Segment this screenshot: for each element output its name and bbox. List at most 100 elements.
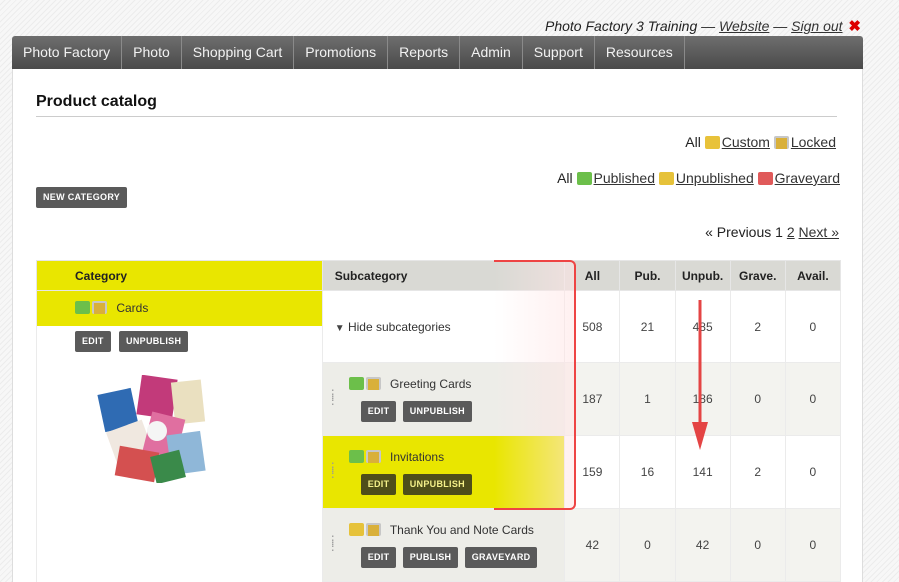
- cell-unpub: 186: [674, 362, 731, 436]
- hide-subcategories-link[interactable]: Hide subcategories: [348, 320, 451, 334]
- drag-handle-icon[interactable]: ⋮ ⋮: [327, 461, 339, 479]
- cell-avail: 0: [784, 508, 842, 582]
- edit-button[interactable]: EDIT: [360, 546, 397, 568]
- cell-pub: 1: [619, 362, 676, 436]
- category-cell: Cards EDIT UNPUBLISH: [36, 290, 323, 582]
- publish-button[interactable]: PUBLISH: [402, 546, 459, 568]
- published-flag-icon: [348, 376, 364, 390]
- published-flag-icon: [348, 449, 364, 463]
- lock-icon: [365, 376, 381, 390]
- cell-grave: 0: [729, 508, 786, 582]
- category-name[interactable]: Cards: [116, 301, 148, 315]
- cell-pub: 0: [619, 508, 676, 582]
- cell-all: 42: [564, 508, 621, 582]
- graveyard-flag-icon: [757, 172, 773, 185]
- cell-unpub: 42: [674, 508, 731, 582]
- total-unpub: 485: [674, 290, 731, 363]
- col-grave[interactable]: Grave.: [729, 260, 786, 291]
- close-icon[interactable]: ✖: [848, 18, 861, 35]
- site-name: Photo Factory 3 Training: [545, 18, 698, 34]
- status-filter: All Published Unpublished Graveyard: [557, 170, 840, 186]
- nav-photo[interactable]: Photo: [122, 36, 182, 69]
- lock-icon: [773, 136, 789, 149]
- filter-all[interactable]: All: [685, 134, 701, 150]
- triangle-down-icon[interactable]: ▼: [335, 323, 345, 334]
- col-subcategory[interactable]: Subcategory: [321, 260, 566, 291]
- subcategory-name[interactable]: Thank You and Note Cards: [390, 523, 534, 537]
- next-page-link[interactable]: Next »: [799, 224, 839, 240]
- category-name-row: Cards: [37, 291, 322, 326]
- filter-published[interactable]: Published: [594, 170, 656, 186]
- pagination: « Previous 1 2 Next »: [705, 224, 839, 240]
- toggle-subcategories-cell: ▼ Hide subcategories: [321, 290, 566, 363]
- col-all[interactable]: All: [564, 260, 621, 291]
- drag-handle-icon[interactable]: ⋮ ⋮: [327, 534, 339, 552]
- filter-custom[interactable]: Custom: [722, 134, 770, 150]
- signout-link[interactable]: Sign out: [791, 18, 842, 34]
- col-pub[interactable]: Pub.: [619, 260, 676, 291]
- top-links: Photo Factory 3 Training — Website — Sig…: [545, 17, 861, 35]
- lock-icon: [365, 449, 381, 463]
- subcategory-cell: ⋮ ⋮ Thank You and Note Cards EDIT PUBLISH…: [321, 508, 566, 582]
- edit-button[interactable]: EDIT: [360, 400, 397, 422]
- page-title: Product catalog: [36, 93, 157, 110]
- unpublish-button[interactable]: UNPUBLISH: [402, 400, 472, 422]
- lock-icon: [92, 301, 107, 314]
- total-all: 508: [564, 290, 621, 363]
- graveyard-button[interactable]: GRAVEYARD: [464, 546, 538, 568]
- filter-all-status[interactable]: All: [557, 170, 573, 186]
- new-category-button[interactable]: NEW CATEGORY: [36, 187, 128, 208]
- separator: —: [701, 18, 716, 34]
- nav-promotions[interactable]: Promotions: [294, 36, 389, 69]
- category-thumbnail: [97, 375, 207, 483]
- published-flag-icon: [75, 301, 90, 314]
- drag-handle-icon[interactable]: ⋮ ⋮: [327, 388, 339, 406]
- type-filter: All Custom Locked: [685, 134, 836, 150]
- edit-category-button[interactable]: EDIT: [75, 331, 111, 352]
- filter-graveyard[interactable]: Graveyard: [775, 170, 840, 186]
- key-icon: [704, 136, 720, 149]
- cell-avail: 0: [784, 362, 842, 436]
- filter-locked[interactable]: Locked: [791, 134, 836, 150]
- divider: [36, 116, 837, 117]
- total-pub: 21: [619, 290, 676, 363]
- unpublished-flag-icon: [348, 522, 364, 536]
- col-avail[interactable]: Avail.: [784, 260, 842, 291]
- nav-admin[interactable]: Admin: [460, 36, 523, 69]
- table-row: Cards EDIT UNPUBLISH ▼ Hide subcategorie…: [36, 290, 842, 582]
- col-category[interactable]: Category: [36, 260, 323, 291]
- separator: —: [773, 18, 788, 34]
- nav-shopping-cart[interactable]: Shopping Cart: [182, 36, 295, 69]
- cell-grave: 2: [729, 435, 786, 509]
- cell-grave: 0: [729, 362, 786, 436]
- main-nav: Photo Factory Photo Shopping Cart Promot…: [12, 36, 863, 69]
- col-unpub[interactable]: Unpub.: [674, 260, 731, 291]
- nav-resources[interactable]: Resources: [595, 36, 685, 69]
- nav-reports[interactable]: Reports: [388, 36, 461, 69]
- category-actions: EDIT UNPUBLISH: [37, 331, 322, 352]
- subcategory-name[interactable]: Invitations: [390, 450, 444, 464]
- edit-button[interactable]: EDIT: [360, 473, 397, 495]
- subcategory-name[interactable]: Greeting Cards: [390, 377, 471, 391]
- page-2-link[interactable]: 2: [787, 224, 795, 240]
- unpublished-flag-icon: [658, 172, 674, 185]
- lock-icon: [365, 522, 381, 536]
- total-grave: 2: [729, 290, 786, 363]
- website-link[interactable]: Website: [719, 18, 769, 34]
- cell-all: 159: [564, 435, 621, 509]
- unpublish-category-button[interactable]: UNPUBLISH: [119, 331, 189, 352]
- cell-pub: 16: [619, 435, 676, 509]
- subcategory-cell: ⋮ ⋮ Invitations EDIT UNPUBLISH: [321, 435, 566, 509]
- nav-photo-factory[interactable]: Photo Factory: [12, 36, 123, 69]
- current-page: 1: [775, 224, 783, 240]
- nav-support[interactable]: Support: [523, 36, 595, 69]
- filter-unpublished[interactable]: Unpublished: [676, 170, 754, 186]
- previous-page: « Previous: [705, 224, 772, 240]
- subcategory-cell: ⋮ ⋮ Greeting Cards EDIT UNPUBLISH: [321, 362, 566, 436]
- content-panel: Product catalog All Custom Locked All Pu…: [12, 69, 863, 582]
- published-flag-icon: [576, 172, 592, 185]
- cell-avail: 0: [784, 435, 842, 509]
- total-avail: 0: [784, 290, 842, 363]
- unpublish-button[interactable]: UNPUBLISH: [402, 473, 472, 495]
- catalog-table: Category Subcategory All Pub. Unpub. Gra…: [36, 260, 842, 582]
